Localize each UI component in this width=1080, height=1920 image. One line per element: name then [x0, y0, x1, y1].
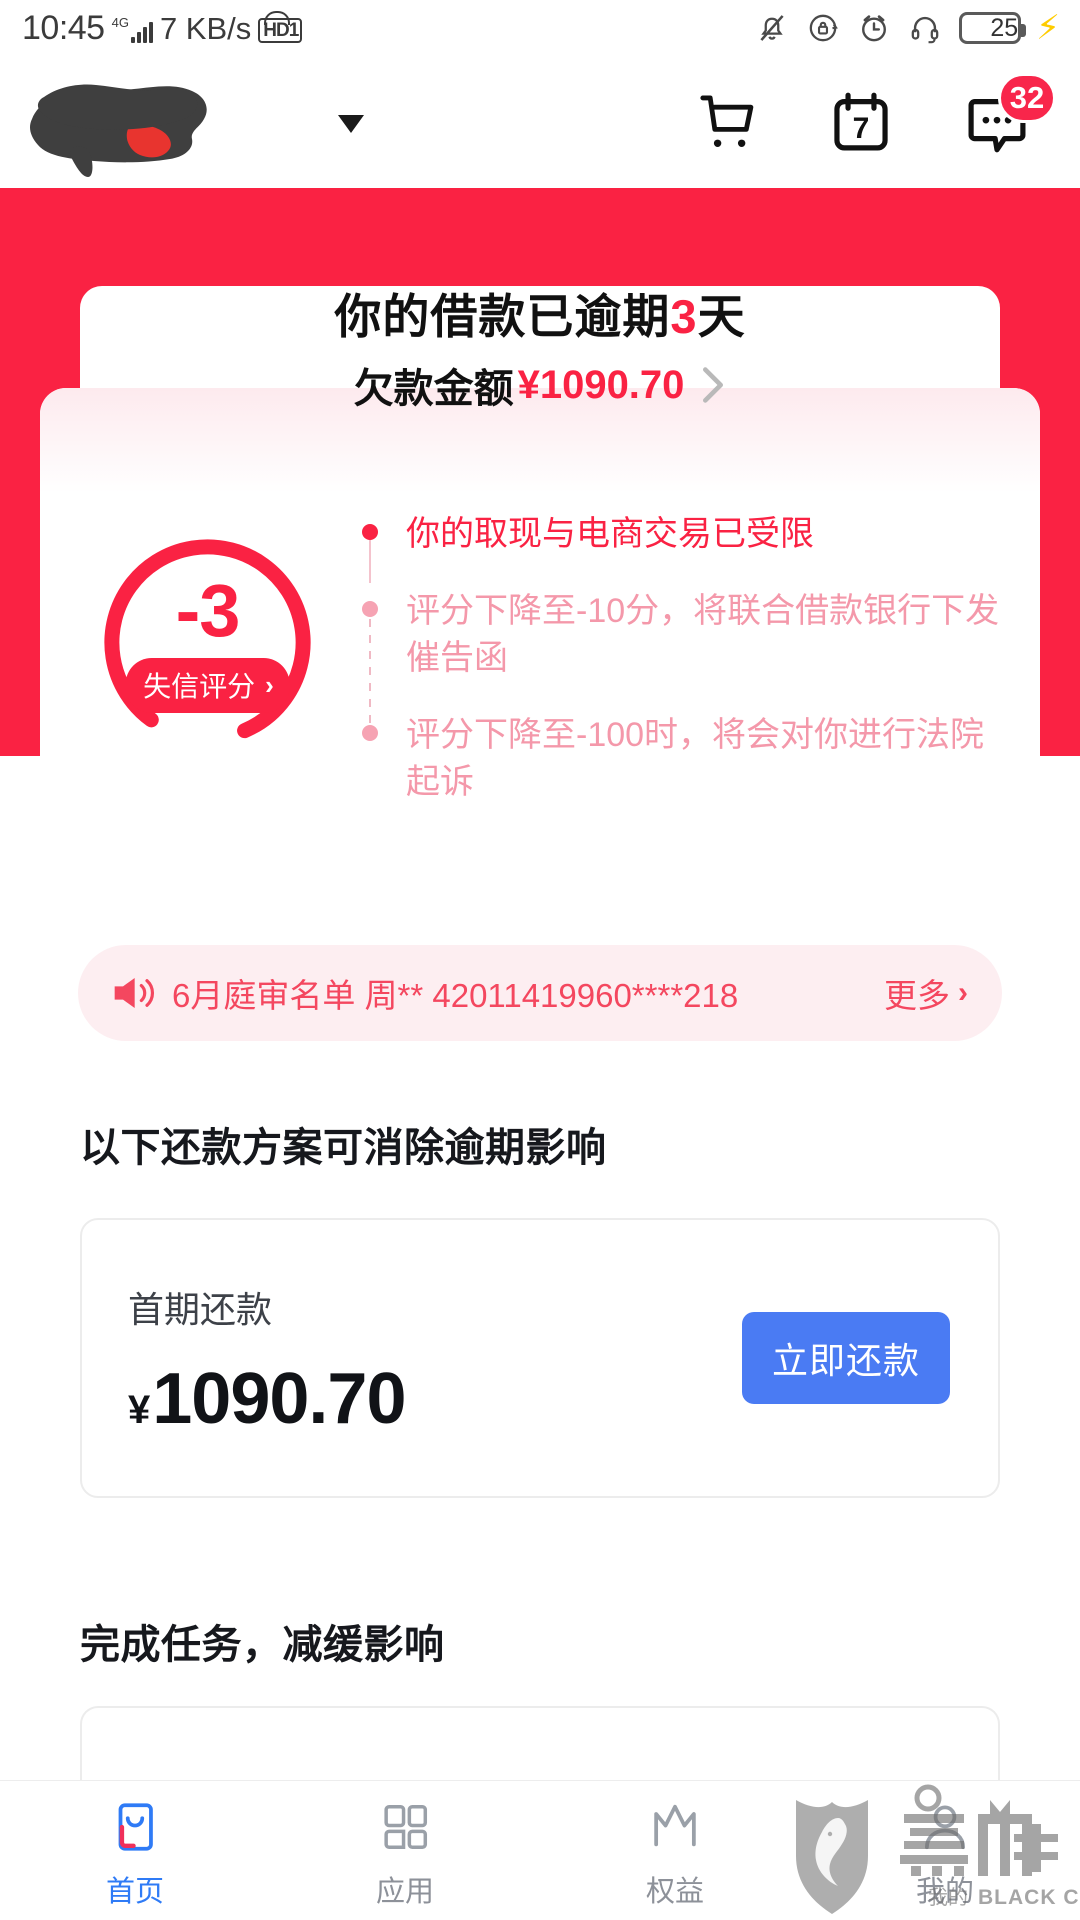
- account-switcher[interactable]: [10, 67, 364, 177]
- credit-score-section: -3 失信评分 › 你的取现与电商交易已受限 评分下降至-10分，将联合借款银行…: [40, 505, 1040, 806]
- consequence-text: 评分下降至-100时，将会对你进行法院起诉: [406, 715, 985, 801]
- app-header: 7 32: [0, 56, 1080, 188]
- bullet-dot-icon: [362, 524, 378, 540]
- charging-bolt-icon: ⚡: [1036, 9, 1060, 47]
- tab-home[interactable]: 首页: [0, 1792, 270, 1910]
- credit-score-pill-label: 失信评分: [143, 671, 256, 702]
- credit-score-value: -3: [175, 569, 241, 652]
- consequence-list: 你的取现与电商交易已受限 评分下降至-10分，将联合借款银行下发催告函 评分下降…: [362, 511, 1040, 806]
- owed-amount-label: 欠款金额: [353, 367, 514, 411]
- header-actions: 7 32: [688, 73, 1056, 159]
- battery-icon: 25: [959, 12, 1027, 44]
- owed-amount-row[interactable]: 欠款金额 ¥1090.70: [354, 356, 727, 414]
- tab-profile-label: 我的: [915, 1875, 974, 1908]
- status-bar-right: 25 ⚡: [755, 11, 1060, 45]
- overdue-days: 3: [670, 290, 698, 344]
- chevron-right-icon: ›: [958, 976, 968, 1009]
- headphones-icon: [911, 16, 939, 44]
- chevron-right-icon[interactable]: [700, 365, 726, 405]
- redacted-logo: [10, 67, 320, 177]
- hd-voice-icon: HD1: [258, 11, 303, 43]
- list-item: 评分下降至-100时，将会对你进行法院起诉: [362, 712, 1010, 806]
- signal-indicator: 4G: [112, 16, 153, 43]
- network-type-label: 4G: [111, 15, 129, 30]
- data-speed-label: 7 KB/s: [159, 11, 252, 46]
- status-time: 10:45: [22, 9, 105, 47]
- crown-icon: [654, 1804, 696, 1846]
- repayment-plan-label: 首期还款: [128, 1289, 273, 1330]
- bell-muted-icon: [760, 15, 784, 41]
- alarm-clock-icon: [862, 15, 887, 42]
- hd-sim-number: 1: [288, 20, 300, 41]
- bullet-dot-icon: [362, 600, 378, 617]
- tab-apps[interactable]: 应用: [270, 1792, 540, 1910]
- bottom-navigation: 首页 应用 权益 我的: [0, 1780, 1080, 1920]
- task-section-heading: 完成任务，减缓影响: [80, 1623, 445, 1667]
- status-bar: 10:45 4G 7 KB/s HD1 25 ⚡: [0, 0, 1080, 56]
- hd-label: HD: [263, 20, 289, 41]
- currency-symbol: ¥: [128, 1388, 151, 1432]
- home-icon: [118, 1802, 153, 1851]
- tab-apps-label: 应用: [375, 1875, 434, 1908]
- overdue-summary-content: 你的借款已逾期3天 欠款金额 ¥1090.70: [80, 290, 1000, 420]
- tab-benefits[interactable]: 权益: [540, 1792, 810, 1910]
- repayment-plan-info: 首期还款 ¥ 1090.70: [128, 1281, 407, 1439]
- credit-score-gauge[interactable]: -3 失信评分 ›: [95, 530, 320, 755]
- overdue-title: 你的借款已逾期3天: [334, 291, 745, 343]
- consequence-text: 你的取现与电商交易已受限: [406, 515, 814, 553]
- list-item: 你的取现与电商交易已受限: [362, 511, 1010, 558]
- list-item: 评分下降至-10分，将联合借款银行下发催告函: [362, 588, 1010, 682]
- consequence-text: 评分下降至-10分，将联合借款银行下发催告函: [406, 591, 1000, 677]
- announcement-banner[interactable]: 6月庭审名单 周** 42011419960****218 更多 ›: [78, 945, 1002, 1041]
- speaker-icon: [108, 968, 158, 1018]
- message-bubble-icon[interactable]: 32: [960, 73, 1056, 159]
- overdue-title-prefix: 你的借款已逾期: [334, 290, 671, 344]
- message-badge-count: 32: [998, 73, 1056, 123]
- signal-bars-icon: [130, 21, 153, 43]
- overdue-title-suffix: 天: [697, 290, 746, 344]
- chevron-down-icon[interactable]: [338, 115, 364, 133]
- credit-score-pill[interactable]: 失信评分 ›: [125, 658, 290, 713]
- repayment-amount-value: 1090.70: [152, 1359, 406, 1439]
- repayment-plan-amount: ¥ 1090.70: [128, 1359, 407, 1439]
- chevron-right-icon: ›: [265, 670, 274, 700]
- apps-grid-icon: [384, 1804, 428, 1849]
- calendar-icon[interactable]: 7: [824, 85, 898, 159]
- tab-benefits-label: 权益: [645, 1875, 704, 1908]
- status-bar-left: 10:45 4G 7 KB/s HD1: [22, 9, 303, 47]
- repay-section-heading: 以下还款方案可消除逾期影响: [80, 1126, 607, 1170]
- tab-home-label: 首页: [105, 1875, 164, 1908]
- owed-amount-value: ¥1090.70: [517, 362, 685, 407]
- repay-now-button[interactable]: 立即还款: [742, 1312, 950, 1404]
- repayment-plan-card: 首期还款 ¥ 1090.70 立即还款: [80, 1218, 1000, 1498]
- calendar-day-number: 7: [852, 112, 870, 145]
- battery-percent: 25: [990, 13, 1019, 42]
- announcement-text: 6月庭审名单 周** 42011419960****218: [172, 977, 739, 1014]
- shopping-cart-icon[interactable]: [688, 85, 762, 159]
- bullet-dot-icon: [362, 724, 378, 741]
- announcement-more-link[interactable]: 更多 ›: [884, 969, 968, 1017]
- tab-profile[interactable]: 我的: [810, 1792, 1080, 1910]
- rotation-lock-icon: [809, 14, 839, 42]
- profile-icon: [924, 1805, 966, 1849]
- announcement-more-label: 更多: [884, 977, 950, 1014]
